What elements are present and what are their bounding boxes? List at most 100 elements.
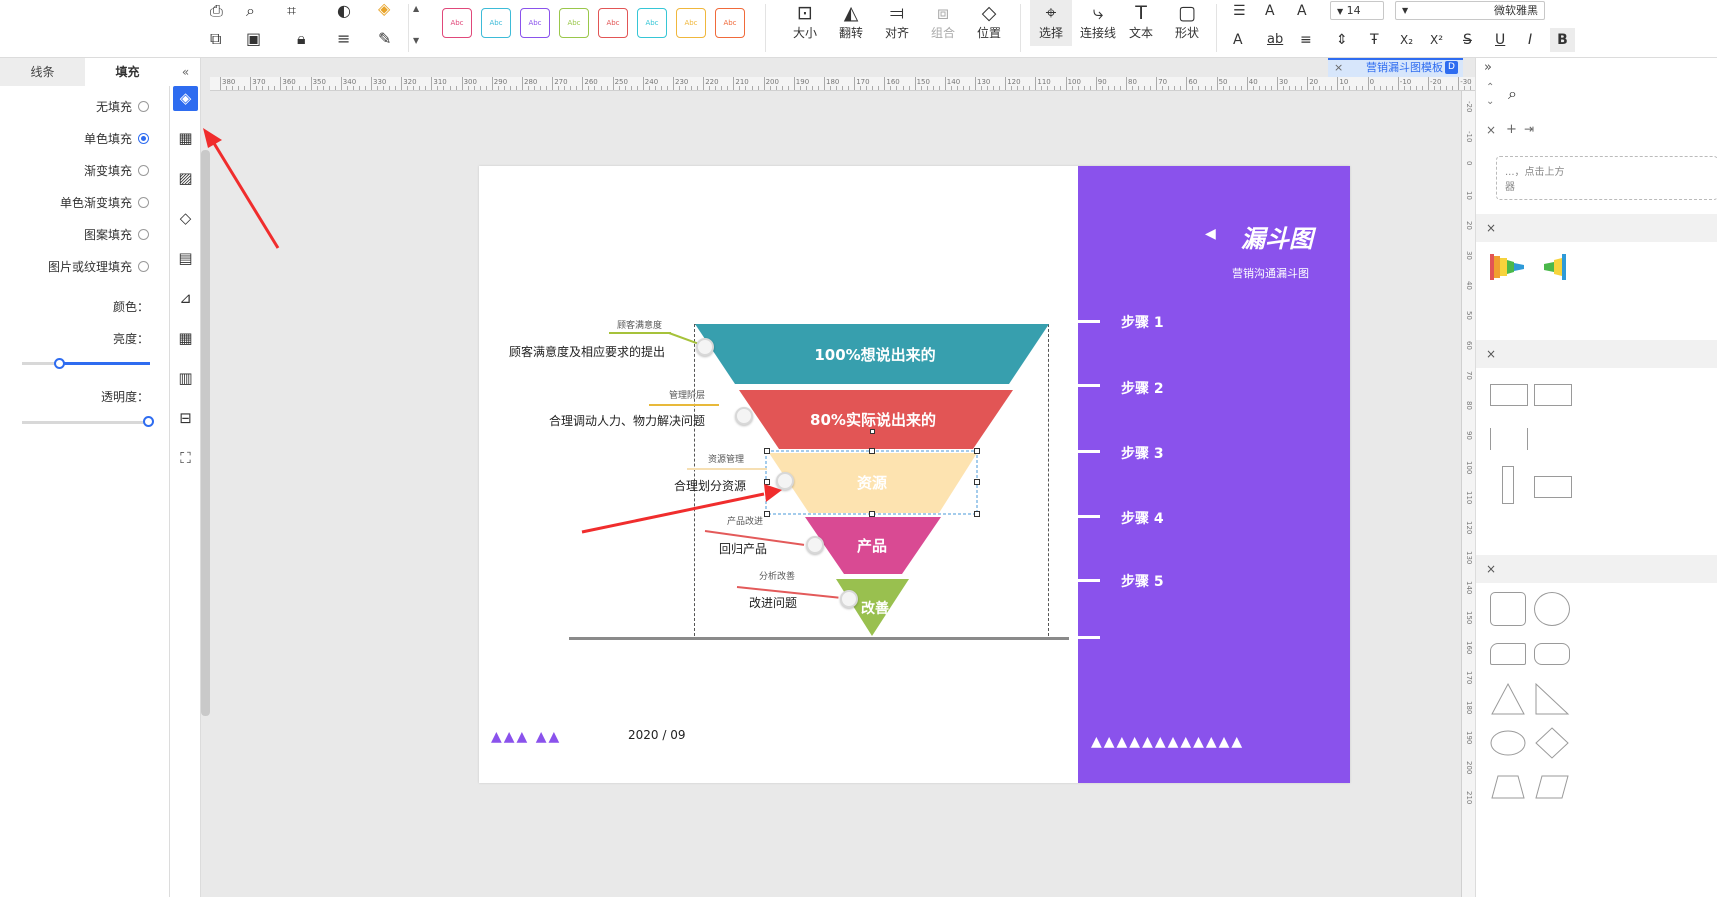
subscript-icon[interactable]: X₂ (1400, 31, 1413, 49)
callout-title[interactable]: 分析改善 (759, 569, 795, 582)
fill-option-pattern[interactable]: 图案填充 (84, 226, 149, 242)
fill-option-picture[interactable]: 图片或纹理填充 (48, 258, 149, 274)
callout-desc[interactable]: 回归产品 (719, 540, 767, 557)
funnel-thumbnail[interactable] (1490, 250, 1524, 284)
italic-icon[interactable]: I (1528, 31, 1532, 49)
fill-bucket-icon[interactable]: ◈ (173, 86, 198, 111)
rectangle-shape[interactable] (1490, 384, 1528, 406)
bold-icon[interactable]: B (1550, 28, 1575, 52)
funnel-label-3[interactable]: 资源 (772, 472, 972, 493)
replace-shape-icon[interactable]: ⧉ (210, 30, 221, 48)
funnel-label-2[interactable]: 80%实际说出来的 (773, 409, 973, 430)
style-swatch[interactable]: Abc (520, 8, 550, 38)
resize-handle[interactable] (869, 511, 875, 517)
circle-shape[interactable] (1534, 592, 1570, 626)
network-icon[interactable]: ⛶ (173, 446, 198, 471)
layers-icon[interactable]: ◇ (173, 206, 198, 231)
close-icon[interactable]: × (1486, 221, 1496, 235)
callout-desc[interactable]: 合理调动人力、物力解决问题 (549, 412, 705, 429)
shape-button[interactable]: ▢ 形状 (1170, 2, 1204, 41)
diagram-page[interactable]: 漏斗图 ◀ 营销沟通漏斗图 步骤 1 步骤 2 步骤 3 步骤 4 步骤 5 ▲… (479, 166, 1350, 783)
list-icon[interactable]: ☰ (1233, 2, 1246, 20)
style-swatch[interactable]: Abc (676, 8, 706, 38)
highlight-icon[interactable]: ab (1267, 31, 1283, 49)
select-button[interactable]: ⌖ 选择 (1030, 0, 1072, 46)
crop-icon[interactable]: ⌗ (287, 2, 296, 20)
align-text-icon[interactable]: ≡ (1300, 31, 1312, 49)
font-increase-icon[interactable]: A (1265, 2, 1275, 20)
callout-desc[interactable]: 改进问题 (749, 594, 797, 611)
fill-bucket-icon[interactable]: ◈ (378, 0, 390, 18)
size-button[interactable]: ⊡ 大小 (788, 2, 822, 41)
flip-button[interactable]: ◭ 翻转 (834, 2, 868, 41)
font-color-icon[interactable]: A (1233, 31, 1243, 49)
page-title[interactable]: 漏斗图 (1241, 219, 1313, 254)
rectangle-shape[interactable] (1534, 476, 1572, 498)
library-section-header[interactable]: × (1476, 214, 1717, 242)
step-label[interactable]: 步骤 3 (1121, 443, 1164, 463)
radio[interactable] (138, 100, 149, 112)
drop-zone[interactable]: ...，点击上方器 (1496, 156, 1717, 200)
library-section-header[interactable]: × (1476, 340, 1717, 368)
layout-icon[interactable]: ▥ (173, 366, 198, 391)
style-swatch[interactable]: Abc (637, 8, 667, 38)
expand-chevron-icon[interactable]: » (1484, 60, 1492, 75)
scroll-down-icon[interactable]: ⌄ (1486, 96, 1494, 107)
chart-icon[interactable]: ⊿ (173, 286, 198, 311)
vertical-rect-shape[interactable] (1502, 466, 1514, 504)
fit-icon[interactable]: ▣ (246, 30, 261, 48)
tab-fill[interactable]: 填充 (85, 58, 170, 86)
step-label[interactable]: 步骤 1 (1121, 312, 1164, 332)
page-subtitle[interactable]: 营销沟通漏斗图 (1232, 265, 1309, 281)
add-icon[interactable]: + (1506, 122, 1517, 137)
style-swatch[interactable]: Abc (442, 8, 472, 38)
funnel-label-1[interactable]: 100%想说出来的 (775, 344, 975, 365)
zoom-icon[interactable]: ⌕ (246, 2, 255, 20)
radio[interactable] (138, 260, 149, 272)
close-icon[interactable]: × (1486, 123, 1496, 137)
tab-document[interactable]: × 营销漏斗图模板 D (1328, 58, 1463, 77)
callout-title[interactable]: 产品改进 (727, 514, 763, 527)
tab-line[interactable]: 线条 (0, 58, 85, 86)
transparency-slider-knob[interactable] (143, 416, 154, 427)
bracket-shape[interactable] (1490, 428, 1528, 450)
rounded-rect-shape[interactable] (1534, 643, 1570, 665)
callout-node[interactable] (840, 590, 858, 608)
ellipse-shape[interactable] (1490, 730, 1526, 756)
radio-selected[interactable] (138, 132, 149, 144)
font-family-select[interactable]: ▼ 微软雅黑 (1395, 1, 1545, 20)
resize-handle[interactable] (764, 511, 770, 517)
callout-desc[interactable]: 合理划分资源 (674, 477, 746, 494)
clear-format-icon[interactable]: Ŧ (1370, 31, 1379, 49)
callout-node[interactable] (696, 338, 714, 356)
transparency-slider[interactable] (22, 421, 150, 424)
right-triangle-shape[interactable] (1534, 682, 1570, 716)
style-swatch[interactable]: Abc (715, 8, 745, 38)
grid-icon[interactable]: ▦ (173, 126, 198, 151)
search-icon[interactable]: ⌕ (1508, 84, 1517, 104)
image-icon[interactable]: ▨ (173, 166, 198, 191)
funnel-label-5[interactable]: 改善 (775, 598, 975, 618)
fill-option-none[interactable]: 无填充 (96, 98, 149, 114)
import-icon[interactable]: ⇥ (1524, 122, 1534, 136)
close-icon[interactable]: × (1334, 60, 1343, 76)
line-spacing-icon[interactable]: ⇕ (1336, 31, 1348, 49)
fill-option-solid[interactable]: 单色填充 (84, 130, 149, 146)
resize-handle[interactable] (869, 448, 875, 454)
brightness-slider-knob[interactable] (54, 358, 66, 369)
format-painter-icon[interactable]: ⎙ (210, 2, 223, 20)
position-button[interactable]: ◇ 位置 (972, 2, 1006, 41)
align-button[interactable]: ⫤ 对齐 (880, 2, 914, 41)
rounded-square-shape[interactable] (1490, 592, 1526, 626)
superscript-icon[interactable]: X² (1430, 31, 1443, 49)
close-icon[interactable]: × (1486, 562, 1496, 576)
callout-title[interactable]: 管理阶层 (669, 388, 705, 401)
fill-option-mono-gradient[interactable]: 单色渐变填充 (60, 194, 149, 210)
fill-option-gradient[interactable]: 渐变填充 (84, 162, 149, 178)
callout-desc[interactable]: 顾客满意度及相应要求的提出 (509, 343, 665, 360)
shadow-icon[interactable]: ◐ (337, 2, 351, 20)
library-section-header[interactable]: × (1476, 555, 1717, 583)
page-icon[interactable]: ▤ (173, 246, 198, 271)
scroll-up-icon[interactable]: ▲ (413, 4, 419, 13)
radio[interactable] (138, 164, 149, 176)
